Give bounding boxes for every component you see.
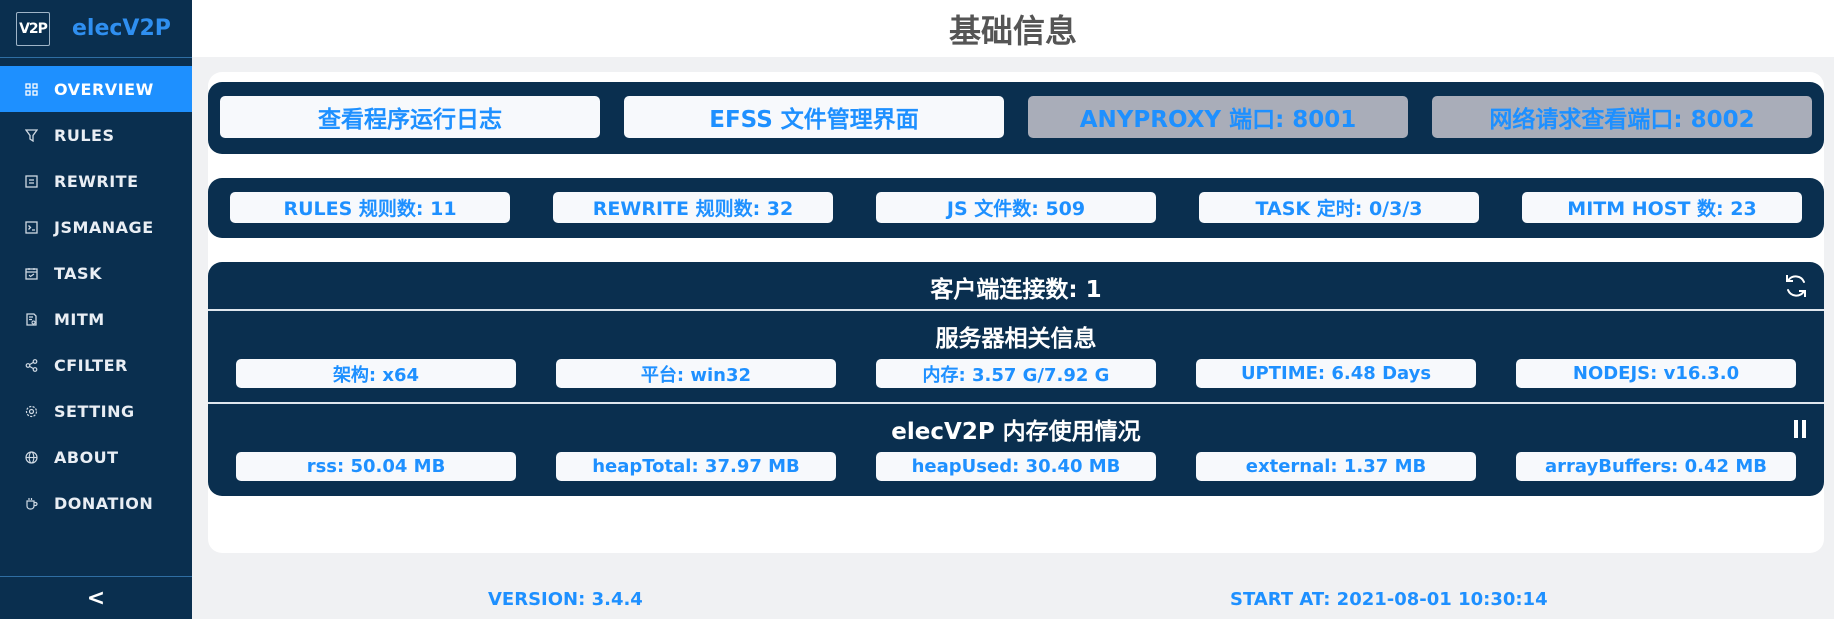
client-count: 客户端连接数: 1 <box>930 277 1102 303</box>
sidebar-item-label: REWRITE <box>54 171 139 191</box>
sidebar-item-about[interactable]: ABOUT <box>0 434 192 480</box>
sidebar-item-rewrite[interactable]: REWRITE <box>0 158 192 204</box>
sidebar-item-label: DONATION <box>54 493 154 513</box>
task-count-badge[interactable]: TASK 定时: 0/3/3 <box>1199 192 1479 223</box>
memory-array-buffers: arrayBuffers: 0.42 MB <box>1516 452 1796 481</box>
sidebar-item-label: SETTING <box>54 401 135 421</box>
sidebar-item-label: RULES <box>54 125 115 145</box>
memory-heap-total: heapTotal: 37.97 MB <box>556 452 836 481</box>
server-memory: 内存: 3.57 G/7.92 G <box>876 359 1156 388</box>
rewrite-count-badge[interactable]: REWRITE 规则数: 32 <box>553 192 833 223</box>
server-arch: 架构: x64 <box>236 359 516 388</box>
sidebar: V2P elecV2P OVERVIEW RULES REWRITE JSMAN… <box>0 0 192 619</box>
rewrite-icon <box>24 174 38 188</box>
divider <box>208 309 1824 311</box>
sidebar-item-label: OVERVIEW <box>54 79 154 99</box>
js-count-badge[interactable]: JS 文件数: 509 <box>876 192 1156 223</box>
links-panel: 查看程序运行日志 EFSS 文件管理界面 ANYPROXY 端口: 8001 网… <box>208 82 1824 154</box>
server-uptime: UPTIME: 6.48 Days <box>1196 359 1476 388</box>
share-icon <box>24 358 38 372</box>
calendar-icon <box>24 266 38 280</box>
version-text: VERSION: 3.4.4 <box>488 589 643 610</box>
page-header: 基础信息 <box>192 0 1834 57</box>
collapse-sidebar-button[interactable]: < <box>0 576 192 619</box>
rules-count-badge[interactable]: RULES 规则数: 11 <box>230 192 510 223</box>
server-nodejs: NODEJS: v16.3.0 <box>1516 359 1796 388</box>
sidebar-item-task[interactable]: TASK <box>0 250 192 296</box>
brand-name[interactable]: elecV2P <box>72 16 171 41</box>
start-time-text: START AT: 2021-08-01 10:30:14 <box>1230 589 1548 610</box>
certificate-icon <box>24 312 38 326</box>
pause-icon[interactable] <box>1794 420 1806 438</box>
sidebar-menu: OVERVIEW RULES REWRITE JSMANAGE TASK MIT… <box>0 66 192 526</box>
sidebar-item-label: CFILTER <box>54 355 128 375</box>
server-info-title: 服务器相关信息 <box>935 326 1097 352</box>
filter-icon <box>24 128 38 142</box>
sidebar-item-label: JSMANAGE <box>54 217 154 237</box>
view-logs-button[interactable]: 查看程序运行日志 <box>220 96 600 138</box>
divider <box>208 402 1824 404</box>
overview-card: 查看程序运行日志 EFSS 文件管理界面 ANYPROXY 端口: 8001 网… <box>208 72 1824 553</box>
request-viewer-port-button[interactable]: 网络请求查看端口: 8002 <box>1432 96 1812 138</box>
refresh-icon[interactable] <box>1782 272 1810 300</box>
sidebar-item-setting[interactable]: SETTING <box>0 388 192 434</box>
grid-icon <box>24 82 38 96</box>
sidebar-item-cfilter[interactable]: CFILTER <box>0 342 192 388</box>
sidebar-item-donation[interactable]: DONATION <box>0 480 192 526</box>
server-platform: 平台: win32 <box>556 359 836 388</box>
globe-icon <box>24 450 38 464</box>
sidebar-item-jsmanage[interactable]: JSMANAGE <box>0 204 192 250</box>
stats-panel: RULES 规则数: 11 REWRITE 规则数: 32 JS 文件数: 50… <box>208 178 1824 238</box>
sidebar-item-overview[interactable]: OVERVIEW <box>0 66 192 112</box>
sidebar-item-mitm[interactable]: MITM <box>0 296 192 342</box>
sidebar-item-rules[interactable]: RULES <box>0 112 192 158</box>
gear-icon <box>24 404 38 418</box>
mitm-host-badge[interactable]: MITM HOST 数: 23 <box>1522 192 1802 223</box>
efss-button[interactable]: EFSS 文件管理界面 <box>624 96 1004 138</box>
memory-rss: rss: 50.04 MB <box>236 452 516 481</box>
memory-external: external: 1.37 MB <box>1196 452 1476 481</box>
sidebar-item-label: TASK <box>54 263 102 283</box>
brand: V2P elecV2P <box>0 0 192 58</box>
memory-usage-title: elecV2P 内存使用情况 <box>891 419 1141 445</box>
info-panel: 客户端连接数: 1 服务器相关信息 架构: x64 平台: win32 内存: … <box>208 262 1824 496</box>
page-title: 基础信息 <box>948 11 1077 50</box>
v2p-logo: V2P <box>16 11 50 46</box>
coffee-icon <box>24 496 38 510</box>
terminal-icon <box>24 220 38 234</box>
sidebar-item-label: ABOUT <box>54 447 119 467</box>
sidebar-item-label: MITM <box>54 309 105 329</box>
anyproxy-port-button[interactable]: ANYPROXY 端口: 8001 <box>1028 96 1408 138</box>
memory-heap-used: heapUsed: 30.40 MB <box>876 452 1156 481</box>
